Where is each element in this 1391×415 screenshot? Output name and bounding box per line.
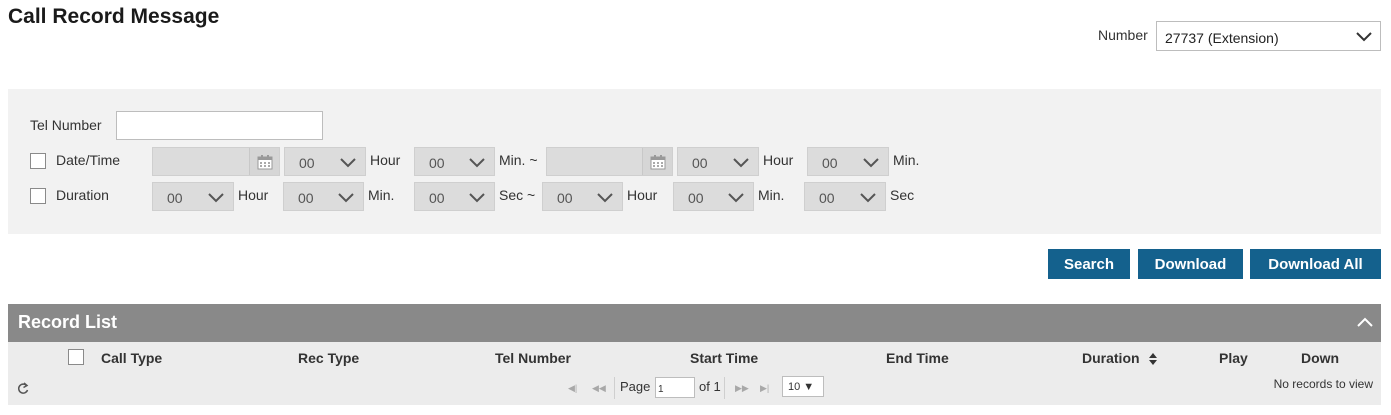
select-value: 00 (298, 190, 314, 206)
chevron-down-icon (208, 193, 224, 203)
min-label: Min. (758, 187, 785, 203)
record-list-header: Record List (8, 304, 1381, 342)
pager-separator (724, 377, 725, 399)
chevron-up-icon[interactable] (1357, 317, 1373, 327)
records-status: No records to view (1273, 377, 1373, 391)
pager-separator (614, 377, 615, 399)
tel-number-label: Tel Number (30, 117, 102, 133)
select-value: 00 (429, 190, 445, 206)
page-count-label: of 1 (699, 379, 721, 394)
duration-checkbox[interactable] (30, 188, 46, 204)
duration-to-min-select[interactable]: 00 (673, 182, 754, 211)
chevron-down-icon (733, 158, 749, 168)
rows-per-page-select[interactable]: 10 ▼ (782, 376, 824, 397)
hour-label: Hour (238, 187, 269, 203)
pager: ◀| ◀◀ Page 1 of 1 ▶▶ ▶| 10 ▼ No records … (8, 374, 1381, 405)
select-value: 00 (822, 155, 838, 171)
number-label: Number (1098, 27, 1148, 43)
select-value: 00 (688, 190, 704, 206)
select-value: 00 (429, 155, 445, 171)
col-play[interactable]: Play (1219, 350, 1248, 366)
download-all-button[interactable]: Download All (1250, 249, 1381, 279)
hour-label: Hour (370, 152, 401, 168)
tel-number-input[interactable] (116, 111, 323, 140)
search-button[interactable]: Search (1048, 249, 1130, 279)
refresh-icon[interactable] (17, 382, 29, 395)
datetime-from-hour-select[interactable]: 00 (284, 147, 366, 176)
duration-from-min-select[interactable]: 00 (283, 182, 364, 211)
sec-range-label: Sec ~ (499, 187, 536, 203)
col-rec-type[interactable]: Rec Type (298, 350, 359, 366)
hour-label: Hour (763, 152, 794, 168)
rows-per-page-value: 10 (788, 381, 801, 393)
chevron-down-icon (340, 158, 356, 168)
select-all-checkbox[interactable] (68, 349, 84, 365)
select-value: 00 (692, 155, 708, 171)
sort-icon[interactable] (1148, 352, 1158, 366)
number-select-value: 27737 (Extension) (1165, 30, 1279, 46)
duration-to-hour-select[interactable]: 00 (542, 182, 623, 211)
col-end-time[interactable]: End Time (886, 350, 949, 366)
chevron-down-icon (860, 193, 876, 203)
calendar-icon[interactable] (642, 148, 672, 175)
select-value: 00 (819, 190, 835, 206)
col-down[interactable]: Down (1301, 350, 1339, 366)
chevron-down-icon (469, 193, 485, 203)
min-label: Min. (368, 187, 395, 203)
col-tel-number[interactable]: Tel Number (495, 350, 571, 366)
chevron-down-icon (469, 158, 485, 168)
col-start-time[interactable]: Start Time (690, 350, 758, 366)
page-label: Page (620, 379, 651, 394)
last-page-icon[interactable]: ▶| (760, 383, 769, 394)
col-call-type[interactable]: Call Type (101, 350, 162, 366)
first-page-icon[interactable]: ◀| (568, 383, 577, 394)
download-button[interactable]: Download (1138, 249, 1243, 279)
duration-from-sec-select[interactable]: 00 (414, 182, 495, 211)
min-range-label: Min. ~ (499, 152, 538, 168)
calendar-icon[interactable] (249, 148, 279, 175)
duration-from-hour-select[interactable]: 00 (152, 182, 234, 211)
number-select[interactable]: 27737 (Extension) (1156, 21, 1381, 51)
datetime-label: Date/Time (56, 152, 121, 168)
chevron-down-icon (338, 193, 354, 203)
datetime-from-date-input[interactable] (152, 147, 280, 176)
min-label: Min. (893, 152, 920, 168)
record-list-title: Record List (18, 312, 118, 332)
record-list-columns: Call Type Rec Type Tel Number Start Time… (8, 342, 1381, 374)
next-page-icon[interactable]: ▶▶ (735, 383, 749, 394)
sec-label: Sec (890, 187, 915, 203)
chevron-down-icon (1356, 32, 1372, 42)
prev-page-icon[interactable]: ◀◀ (592, 383, 606, 394)
select-value: 00 (557, 190, 573, 206)
select-value: 00 (167, 190, 183, 206)
page-title: Call Record Message (8, 5, 220, 28)
chevron-down-icon (728, 193, 744, 203)
datetime-to-min-select[interactable]: 00 (807, 147, 889, 176)
hour-label: Hour (627, 187, 658, 203)
col-duration[interactable]: Duration (1082, 350, 1140, 366)
chevron-down-icon (863, 158, 879, 168)
duration-to-sec-select[interactable]: 00 (804, 182, 886, 211)
datetime-from-min-select[interactable]: 00 (414, 147, 495, 176)
page-number-input[interactable]: 1 (655, 377, 695, 398)
datetime-to-hour-select[interactable]: 00 (677, 147, 759, 176)
chevron-down-icon (597, 193, 613, 203)
select-value: 00 (299, 155, 315, 171)
datetime-checkbox[interactable] (30, 153, 46, 169)
duration-label: Duration (56, 187, 109, 203)
datetime-to-date-input[interactable] (546, 147, 673, 176)
